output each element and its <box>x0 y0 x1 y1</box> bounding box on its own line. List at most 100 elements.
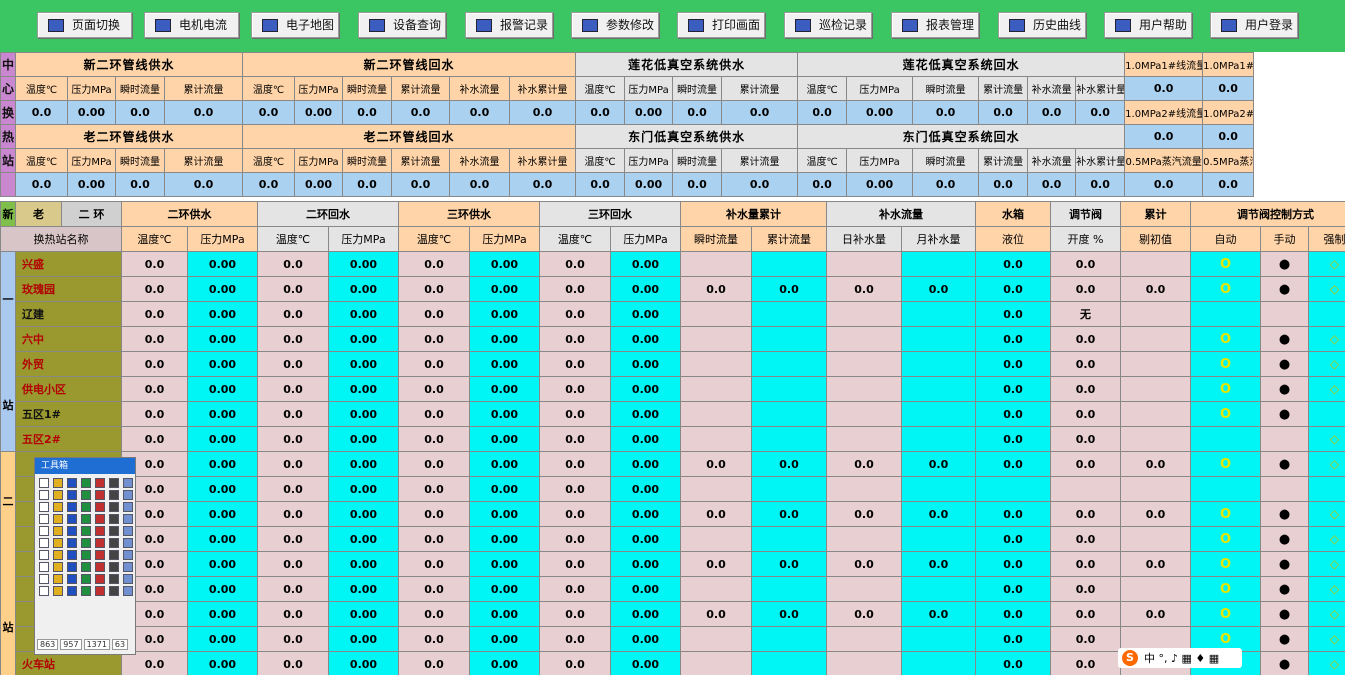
table-row[interactable]: 0.0 0.00 0.0 0.00 0.0 0.00 0.0 0.00 0.0 0.0 0.0 0.0… <box>1 501 1345 527</box>
tool-icon[interactable] <box>53 538 63 548</box>
tool-icon[interactable] <box>95 478 105 488</box>
table-row[interactable]: 外贸 0.0 0.00 0.0 0.00 0.0 0.00 0.0 0.00 0.0 0.0 O ● ◇ <box>1 351 1345 377</box>
tool-icon[interactable] <box>67 574 77 584</box>
tool-icon[interactable] <box>95 586 105 596</box>
tab-new[interactable]: 新 <box>0 201 16 227</box>
table-row[interactable]: 0.0 0.00 0.0 0.00 0.0 0.00 0.0 0.00 0.0 0.0 0.0 0.0… <box>1 551 1345 577</box>
auto-mode-icon[interactable]: O <box>1220 407 1231 422</box>
tool-icon[interactable] <box>109 574 119 584</box>
cell-manual[interactable]: ● <box>1260 276 1309 302</box>
tool-icon[interactable] <box>53 550 63 560</box>
tool-icon[interactable] <box>81 562 91 572</box>
tool-icon[interactable] <box>81 586 91 596</box>
tool-icon[interactable] <box>81 514 91 524</box>
toolbar-button-3[interactable]: 设备查询 <box>358 12 446 38</box>
cell-manual[interactable]: ● <box>1260 551 1309 577</box>
station-name[interactable]: 火车站 <box>15 651 122 675</box>
tool-icon[interactable] <box>39 478 49 488</box>
tool-icon[interactable] <box>67 490 77 500</box>
manual-mode-icon[interactable]: ● <box>1279 257 1290 272</box>
tool-icon[interactable] <box>53 490 63 500</box>
toolbox-title[interactable]: 工具箱 <box>35 458 135 474</box>
cell-auto[interactable]: O <box>1190 251 1261 277</box>
tool-icon[interactable] <box>109 526 119 536</box>
manual-mode-icon[interactable]: ● <box>1279 557 1290 572</box>
toolbar-button-5[interactable]: 参数修改 <box>571 12 659 38</box>
station-name[interactable]: 辽建 <box>15 301 122 327</box>
tool-icon[interactable] <box>53 514 63 524</box>
tool-icon[interactable] <box>109 538 119 548</box>
tool-icon[interactable] <box>39 562 49 572</box>
cell-manual[interactable]: ● <box>1260 401 1309 427</box>
force-mode-icon[interactable]: ◇ <box>1330 332 1339 346</box>
auto-mode-icon[interactable]: O <box>1220 382 1231 397</box>
cell-force[interactable]: ◇ <box>1308 501 1345 527</box>
table-row[interactable]: 玫瑰园 0.0 0.00 0.0 0.00 0.0 0.00 0.0 0.00 0.0 0.0 0.0… <box>1 276 1345 302</box>
cell-auto[interactable]: O <box>1190 326 1261 352</box>
toolbar-button-1[interactable]: 电机电流 <box>144 12 239 38</box>
station-name[interactable]: 六中 <box>15 326 122 352</box>
cell-manual[interactable]: ● <box>1260 526 1309 552</box>
auto-mode-icon[interactable]: O <box>1220 557 1231 572</box>
table-row[interactable]: 0.0 0.00 0.0 0.00 0.0 0.00 0.0 0.00 <box>1 476 1345 502</box>
tool-icon[interactable] <box>39 514 49 524</box>
toolbar-button-4[interactable]: 报警记录 <box>465 12 553 38</box>
table-row[interactable]: 0.0 0.00 0.0 0.00 0.0 0.00 0.0 0.00 0.0 0.0 O ● ◇ <box>1 526 1345 552</box>
cell-manual[interactable] <box>1260 426 1309 452</box>
tool-icon[interactable] <box>109 478 119 488</box>
cell-auto[interactable]: O <box>1190 401 1261 427</box>
table-row[interactable]: 供电小区 0.0 0.00 0.0 0.00 0.0 0.00 0.0 0.00 0.0 0.0 O ●… <box>1 376 1345 402</box>
cell-auto[interactable]: O <box>1190 551 1261 577</box>
tool-icon[interactable] <box>39 526 49 536</box>
tool-icon[interactable] <box>81 478 91 488</box>
cell-force[interactable]: ◇ <box>1308 526 1345 552</box>
manual-mode-icon[interactable]: ● <box>1279 532 1290 547</box>
auto-mode-icon[interactable]: O <box>1220 357 1231 372</box>
force-mode-icon[interactable]: ◇ <box>1330 607 1339 621</box>
station-name[interactable]: 五区2# <box>15 426 122 452</box>
station-name[interactable]: 供电小区 <box>15 376 122 402</box>
cell-force[interactable]: ◇ <box>1308 601 1345 627</box>
auto-mode-icon[interactable]: O <box>1220 282 1231 297</box>
cell-auto[interactable]: O <box>1190 376 1261 402</box>
tool-icon[interactable] <box>123 574 133 584</box>
toolbar-button-9[interactable]: 历史曲线 <box>998 12 1086 38</box>
tool-icon[interactable] <box>109 562 119 572</box>
tool-icon[interactable] <box>95 526 105 536</box>
tool-icon[interactable] <box>81 490 91 500</box>
manual-mode-icon[interactable]: ● <box>1279 382 1290 397</box>
tool-icon[interactable] <box>53 586 63 596</box>
tool-icon[interactable] <box>95 538 105 548</box>
station-name[interactable]: 玫瑰园 <box>15 276 122 302</box>
cell-auto[interactable] <box>1190 426 1261 452</box>
cell-manual[interactable]: ● <box>1260 501 1309 527</box>
cell-auto[interactable]: O <box>1190 276 1261 302</box>
tool-icon[interactable] <box>67 478 77 488</box>
force-mode-icon[interactable]: ◇ <box>1330 432 1339 446</box>
auto-mode-icon[interactable]: O <box>1220 632 1231 647</box>
force-mode-icon[interactable]: ◇ <box>1330 282 1339 296</box>
tool-icon[interactable] <box>123 526 133 536</box>
tool-icon[interactable] <box>95 514 105 524</box>
force-mode-icon[interactable]: ◇ <box>1330 557 1339 571</box>
tool-icon[interactable] <box>95 574 105 584</box>
table-row[interactable]: 二站 0.0 0.00 0.0 0.00 0.0 0.00 0.0 0.00 0.0 0.0 0.0 0… <box>0 451 1345 675</box>
tool-icon[interactable] <box>123 490 133 500</box>
tool-icon[interactable] <box>109 550 119 560</box>
force-mode-icon[interactable]: ◇ <box>1330 257 1339 271</box>
cell-force[interactable] <box>1308 401 1345 427</box>
tool-icon[interactable] <box>53 502 63 512</box>
tool-icon[interactable] <box>81 502 91 512</box>
tool-icon[interactable] <box>123 550 133 560</box>
tool-icon[interactable] <box>109 586 119 596</box>
force-mode-icon[interactable]: ◇ <box>1330 582 1339 596</box>
table-row[interactable]: 辽建 0.0 0.00 0.0 0.00 0.0 0.00 0.0 0.00 0.0 无 <box>1 301 1345 327</box>
cell-force[interactable]: ◇ <box>1308 351 1345 377</box>
auto-mode-icon[interactable]: O <box>1220 257 1231 272</box>
tool-icon[interactable] <box>95 502 105 512</box>
force-mode-icon[interactable]: ◇ <box>1330 632 1339 646</box>
tool-icon[interactable] <box>67 586 77 596</box>
cell-force[interactable]: ◇ <box>1308 326 1345 352</box>
tool-icon[interactable] <box>39 490 49 500</box>
cell-auto[interactable]: O <box>1190 526 1261 552</box>
